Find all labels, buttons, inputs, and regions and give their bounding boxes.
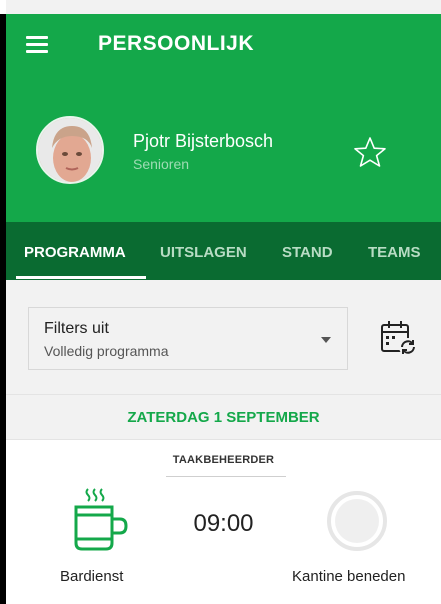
tab-bar: PROGRAMMA UITSLAGEN STAND TEAMS [6, 222, 441, 280]
filter-subtitle: Volledig programma [44, 343, 169, 359]
date-label: ZATERDAG 1 SEPTEMBER [127, 409, 320, 426]
tab-programma[interactable]: PROGRAMMA [24, 244, 126, 261]
app-header: PERSOONLIJK Pjotr Bijsterbosch Senioren [6, 14, 441, 222]
app-screen: PERSOONLIJK Pjotr Bijsterbosch Senioren … [6, 0, 441, 604]
filter-dropdown[interactable]: Filters uit Volledig programma [28, 307, 348, 370]
star-outline-icon[interactable] [352, 135, 388, 171]
calendar-sync-icon[interactable] [379, 318, 419, 358]
active-tab-indicator [16, 276, 146, 279]
role-label: TAAKBEHEERDER [172, 454, 275, 466]
tab-teams[interactable]: TEAMS [368, 244, 421, 261]
tab-uitslagen[interactable]: UITSLAGEN [160, 244, 247, 261]
avatar [36, 116, 104, 184]
date-header: ZATERDAG 1 SEPTEMBER [6, 394, 441, 440]
filter-title: Filters uit [44, 320, 109, 337]
status-circle-icon [327, 491, 387, 551]
location-label: Kantine beneden [292, 568, 406, 585]
tab-stand[interactable]: STAND [282, 244, 333, 261]
duty-label: Bardienst [60, 568, 124, 585]
page-title: PERSOONLIJK [98, 32, 255, 55]
hamburger-menu-icon[interactable] [26, 36, 48, 54]
profile-team: Senioren [133, 156, 190, 172]
role-divider [166, 476, 286, 477]
profile-name: Pjotr Bijsterbosch [133, 131, 274, 151]
chevron-down-icon [321, 337, 331, 343]
